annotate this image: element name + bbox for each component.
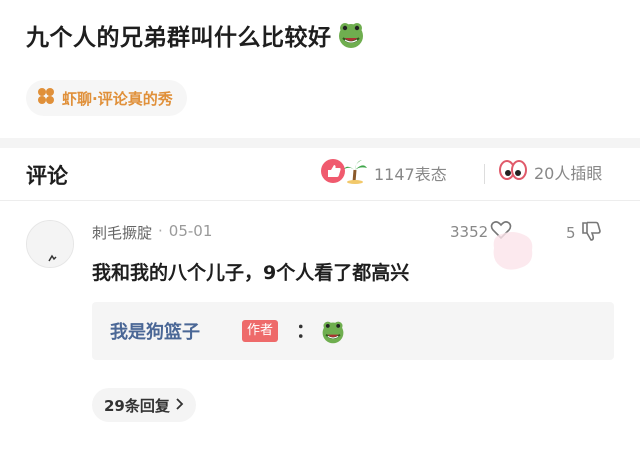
topic-tag-label: 虾聊·评论真的秀: [62, 89, 173, 108]
header-divider: [0, 200, 640, 201]
eyes-button[interactable]: 20人插眼: [498, 158, 602, 186]
chevron-right-icon: [176, 396, 184, 414]
comments-header: 评论 1147表态 20人插眼: [0, 148, 640, 200]
comment-dislike-count: 5: [566, 224, 576, 242]
eyes-icon: [498, 158, 528, 186]
avatar[interactable]: [26, 220, 74, 268]
reply-colon: ：: [296, 320, 316, 342]
comment-username[interactable]: 刺毛撅腚: [92, 222, 152, 243]
reactions-button[interactable]: 1147表态: [320, 158, 447, 188]
post-title: 九个人的兄弟群叫什么比较好: [26, 25, 332, 51]
meta-dot: ·: [158, 222, 163, 240]
thumbs-down-icon: [580, 220, 602, 246]
reply-preview[interactable]: 我是狗篮子 作者 ：: [92, 302, 614, 360]
more-replies-label: 29条回复: [104, 396, 170, 415]
four-dots-flower-icon: [36, 86, 56, 110]
frog-emoji-icon: [336, 20, 366, 50]
section-divider: [0, 138, 640, 148]
reply-author[interactable]: 我是狗篮子: [110, 318, 200, 344]
more-replies-button[interactable]: 29条回复: [92, 388, 196, 422]
frog-emoji-icon: [320, 319, 346, 349]
comment-date: 05-01: [168, 222, 213, 240]
reactions-count: 1147表态: [374, 165, 447, 184]
comment-meta: 刺毛撅腚 · 05-01: [92, 222, 212, 243]
comment-text: 我和我的八个儿子，9个人看了都高兴: [92, 262, 410, 284]
header-separator: [484, 164, 485, 184]
palm-tree-icon: [342, 158, 368, 188]
eyes-count: 20人插眼: [534, 164, 603, 183]
comment-like-count: 3352: [450, 223, 489, 241]
topic-tag[interactable]: 虾聊·评论真的秀: [26, 80, 187, 116]
author-badge: 作者: [242, 320, 279, 342]
watermark-stamp: [488, 228, 538, 274]
comment-dislike-button[interactable]: 5: [566, 220, 602, 246]
comments-title: 评论: [26, 164, 68, 188]
post-title-row: 九个人的兄弟群叫什么比较好: [26, 18, 366, 52]
